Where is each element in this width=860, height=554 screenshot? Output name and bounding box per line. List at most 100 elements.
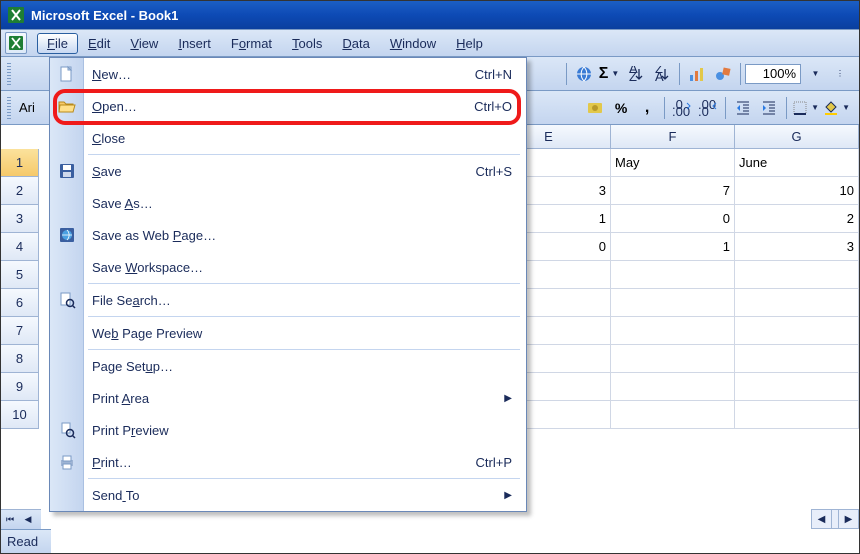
cell[interactable]	[735, 345, 859, 373]
fill-color-button[interactable]: ▼	[823, 96, 852, 120]
decrease-decimal-button[interactable]: .00.0	[696, 96, 720, 120]
hyperlink-button[interactable]	[572, 62, 596, 86]
menu-insert[interactable]: Insert	[168, 33, 221, 54]
workbook-icon[interactable]	[5, 32, 27, 54]
cell[interactable]	[611, 401, 735, 429]
row-header[interactable]: 7	[1, 317, 39, 345]
row-header[interactable]: 8	[1, 345, 39, 373]
increase-indent-button[interactable]	[757, 96, 781, 120]
cell[interactable]	[735, 261, 859, 289]
row-header[interactable]: 10	[1, 401, 39, 429]
cell[interactable]	[735, 373, 859, 401]
menu-item-label: File Search…	[92, 293, 512, 308]
chart-wizard-button[interactable]	[685, 62, 709, 86]
row-header[interactable]: 5	[1, 261, 39, 289]
cell[interactable]: 0	[611, 205, 735, 233]
cell[interactable]	[735, 317, 859, 345]
menu-item-print-area[interactable]: Print Area▶	[50, 382, 526, 414]
column-header[interactable]: G	[735, 125, 859, 149]
menu-item-save-as[interactable]: Save As…	[50, 187, 526, 219]
file-search-icon	[55, 288, 79, 312]
scroll-right-button[interactable]: ▶	[838, 510, 858, 528]
increase-decimal-button[interactable]: .0.00	[670, 96, 694, 120]
borders-button[interactable]: ▼	[792, 96, 821, 120]
menu-item-save[interactable]: SaveCtrl+S	[50, 155, 526, 187]
row-header[interactable]: 3	[1, 205, 39, 233]
sort-desc-button[interactable]: ZA	[650, 62, 674, 86]
save-disk-icon	[55, 159, 79, 183]
scroll-left-button[interactable]: ◀	[812, 510, 832, 528]
menu-item-send-to[interactable]: Send To▶	[50, 479, 526, 511]
menu-item-label: Print Area	[92, 391, 504, 406]
menu-item-print[interactable]: Print…Ctrl+P	[50, 446, 526, 478]
menu-item-print-preview[interactable]: Print Preview	[50, 414, 526, 446]
menu-item-save-workspace[interactable]: Save Workspace…	[50, 251, 526, 283]
cell[interactable]: 3	[735, 233, 859, 261]
row-header[interactable]: 2	[1, 177, 39, 205]
tab-prev-button[interactable]: ◀	[19, 511, 37, 529]
menu-item-page-setup[interactable]: Page Setup…	[50, 350, 526, 382]
row-header[interactable]: 9	[1, 373, 39, 401]
drawing-button[interactable]	[711, 62, 735, 86]
menu-item-web-page-preview[interactable]: Web Page Preview	[50, 317, 526, 349]
svg-text:.0: .0	[698, 104, 709, 116]
menu-item-new[interactable]: New…Ctrl+N	[50, 58, 526, 90]
currency-button[interactable]	[583, 96, 607, 120]
cell[interactable]: June	[735, 149, 859, 177]
menu-window[interactable]: Window	[380, 33, 446, 54]
menu-data[interactable]: Data	[332, 33, 379, 54]
status-bar: Read	[1, 529, 51, 553]
menu-view[interactable]: View	[120, 33, 168, 54]
cell[interactable]: 2	[735, 205, 859, 233]
cell[interactable]	[611, 289, 735, 317]
menu-help[interactable]: Help	[446, 33, 493, 54]
comma-button[interactable]: ,	[635, 96, 659, 120]
cell[interactable]: May	[611, 149, 735, 177]
sort-asc-button[interactable]: AZ	[624, 62, 648, 86]
menu-edit[interactable]: Edit	[78, 33, 120, 54]
submenu-arrow-icon: ▶	[504, 490, 512, 501]
menu-item-open[interactable]: Open…Ctrl+O	[50, 90, 526, 122]
row-header[interactable]: 4	[1, 233, 39, 261]
cell[interactable]: 1	[611, 233, 735, 261]
cell[interactable]	[735, 401, 859, 429]
menu-item-save-as-web-page[interactable]: Save as Web Page…	[50, 219, 526, 251]
zoom-combo[interactable]: 100%	[745, 64, 801, 84]
menu-item-label: Save	[92, 164, 476, 179]
menu-file[interactable]: File	[37, 33, 78, 54]
decrease-indent-button[interactable]	[731, 96, 755, 120]
toolbar-grip[interactable]	[7, 63, 11, 85]
cell[interactable]	[611, 261, 735, 289]
cell[interactable]	[611, 317, 735, 345]
title-bar: Microsoft Excel - Book1	[1, 1, 859, 29]
svg-text:Z: Z	[629, 69, 637, 82]
menu-item-file-search[interactable]: File Search…	[50, 284, 526, 316]
cell[interactable]	[611, 373, 735, 401]
zoom-dropdown-button[interactable]: ▼	[802, 62, 826, 86]
toolbar-grip[interactable]	[7, 97, 11, 119]
menu-format[interactable]: Format	[221, 33, 282, 54]
cell[interactable]: 7	[611, 177, 735, 205]
menu-tools[interactable]: Tools	[282, 33, 332, 54]
font-name-combo[interactable]: Ari	[15, 100, 39, 115]
horizontal-scrollbar[interactable]: ◀ ▶	[811, 509, 859, 529]
menu-item-label: Print…	[92, 455, 476, 470]
cell[interactable]: 10	[735, 177, 859, 205]
chevron-down-icon: ▼	[812, 69, 820, 78]
toolbar-options-button[interactable]: ⋮	[828, 62, 852, 86]
cell[interactable]	[735, 289, 859, 317]
menu-accelerator: Ctrl+N	[475, 67, 512, 82]
tab-first-button[interactable]: ⏮	[1, 511, 19, 529]
toolbar-separator	[566, 63, 567, 85]
row-header[interactable]: 1	[1, 149, 39, 177]
percent-button[interactable]: %	[609, 96, 633, 120]
autosum-button[interactable]: Σ▼	[598, 62, 622, 86]
menu-item-label: Open…	[92, 99, 474, 114]
cell[interactable]	[611, 345, 735, 373]
submenu-arrow-icon: ▶	[504, 393, 512, 404]
menu-accelerator: Ctrl+P	[476, 455, 512, 470]
row-header[interactable]: 6	[1, 289, 39, 317]
menu-item-close[interactable]: Close	[50, 122, 526, 154]
menu-accelerator: Ctrl+O	[474, 99, 512, 114]
column-header[interactable]: F	[611, 125, 735, 149]
